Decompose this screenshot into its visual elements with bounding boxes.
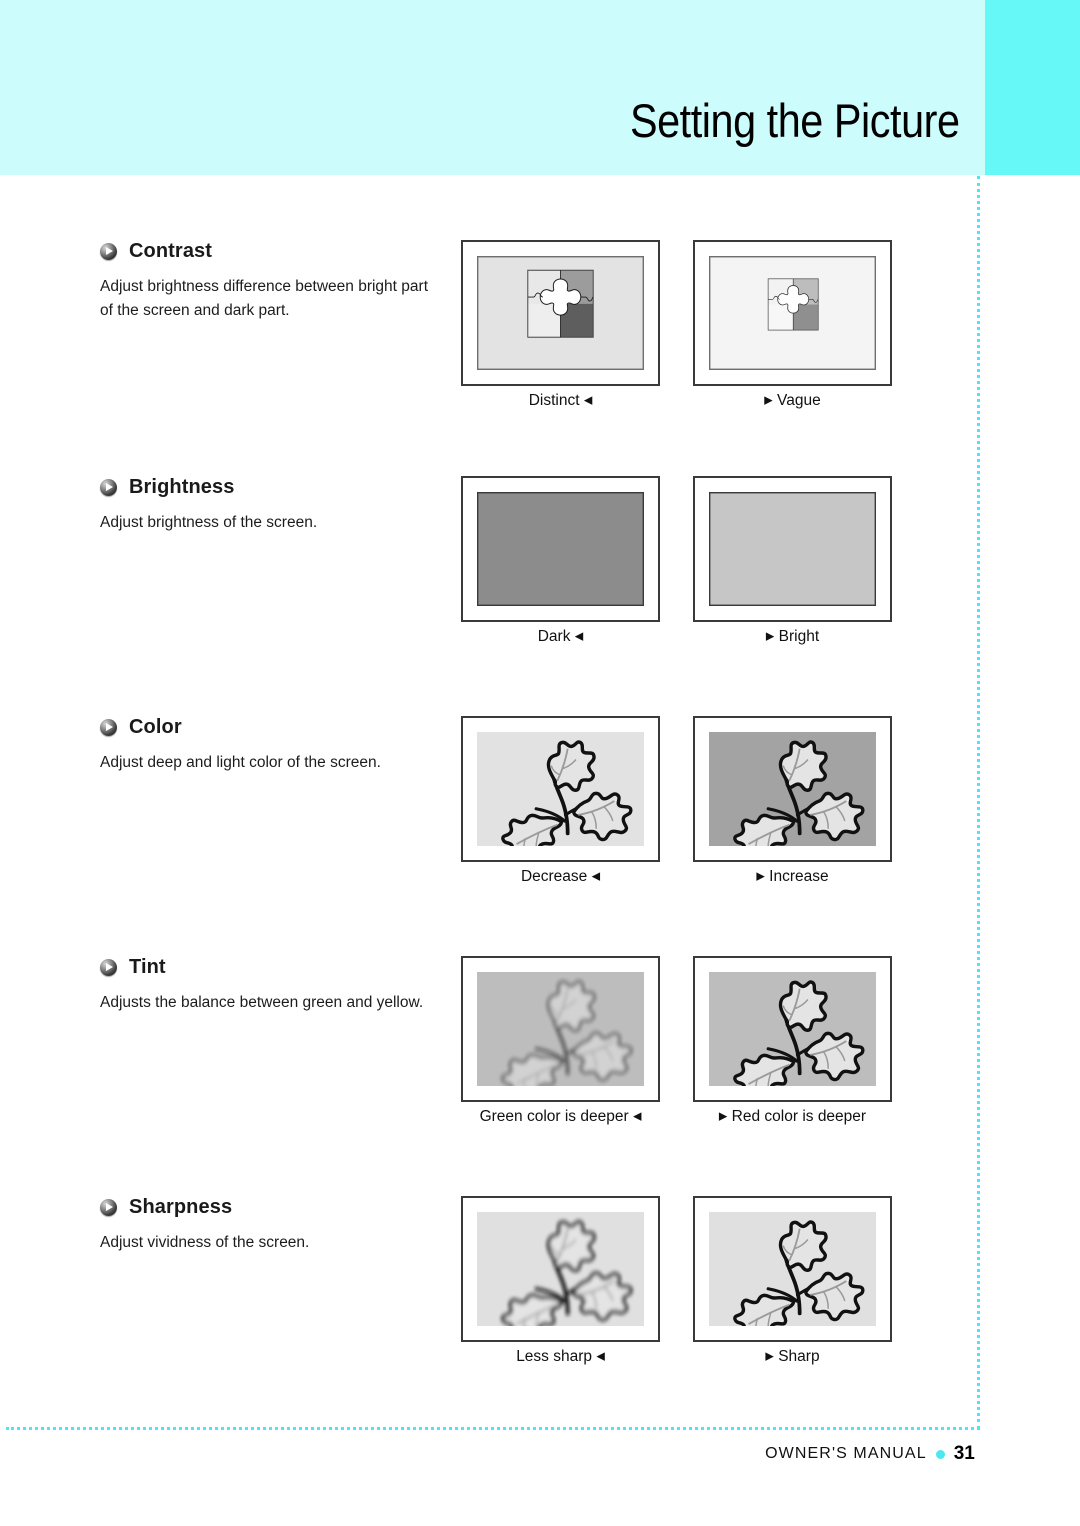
contrast-caption-right-text: Vague: [777, 392, 821, 409]
contrast-caption-left: Distinct ◀: [461, 392, 660, 410]
sharpness-frame-less-sharp: [461, 1196, 660, 1342]
play-sphere-icon: [100, 959, 117, 976]
sharpness-heading: Sharpness: [100, 1196, 440, 1219]
sharpness-frame-sharp: [693, 1196, 892, 1342]
tint-caption-left-text: Green color is deeper: [479, 1108, 629, 1125]
contrast-heading: Contrast: [100, 240, 440, 263]
contrast-text-column: Contrast Adjust brightness difference be…: [100, 240, 440, 323]
brightness-caption-left-text: Dark: [537, 628, 571, 645]
tint-text-column: Tint Adjusts the balance between green a…: [100, 956, 440, 1015]
tint-frame-green: [461, 956, 660, 1102]
play-sphere-icon: [100, 243, 117, 260]
left-arrow-icon: ◀: [596, 1350, 605, 1363]
contrast-image-vague: [709, 256, 876, 370]
sharpness-caption-left-text: Less sharp: [516, 1348, 593, 1365]
color-caption-right-text: Increase: [769, 868, 829, 885]
tint-caption-right: ▶ Red color is deeper: [693, 1108, 892, 1126]
header-accent-strip: [985, 0, 1080, 175]
left-arrow-icon: ◀: [591, 870, 601, 883]
dotted-guide-vertical: [977, 176, 980, 1429]
sharpness-caption-right: ▶ Sharp: [693, 1348, 892, 1366]
tint-image-green: [477, 972, 644, 1086]
tint-frames: Green color is deeper ◀ ▶ Red color is d…: [461, 956, 921, 1156]
right-arrow-icon: ▶: [718, 1110, 728, 1123]
tint-description: Adjusts the balance between green and ye…: [100, 994, 424, 1011]
brightness-heading: Brightness: [100, 476, 440, 499]
color-caption-left: Decrease ◀: [461, 868, 660, 886]
contrast-caption-right: ▶ Vague: [693, 392, 892, 410]
tint-caption-right-text: Red color is deeper: [731, 1108, 867, 1125]
dotted-guide-horizontal: [6, 1427, 980, 1430]
sharpness-caption-left: Less sharp ◀: [461, 1348, 660, 1366]
right-arrow-icon: ▶: [764, 394, 773, 407]
page-header: Setting the Picture: [0, 0, 1080, 175]
color-title: Color: [129, 716, 182, 738]
play-sphere-icon: [100, 1199, 117, 1216]
sharpness-description: Adjust vividness of the screen.: [100, 1234, 310, 1251]
brightness-frames: Dark ◀ ▶ Bright: [461, 476, 921, 676]
sharpness-frames: Less sharp ◀ ▶ Sharp: [461, 1196, 921, 1396]
sharpness-image-less-sharp: [477, 1212, 644, 1326]
sharpness-title: Sharpness: [129, 1196, 233, 1218]
header-band: [0, 0, 985, 175]
sharpness-image-sharp: [709, 1212, 876, 1326]
footer-dot-icon: [935, 1449, 945, 1459]
play-sphere-icon: [100, 719, 117, 736]
contrast-title: Contrast: [129, 240, 213, 262]
color-frame-decrease: [461, 716, 660, 862]
contrast-frame-vague: [693, 240, 892, 386]
contrast-description: Adjust brightness difference between bri…: [100, 278, 428, 320]
left-arrow-icon: ◀: [583, 394, 593, 407]
brightness-title: Brightness: [129, 476, 235, 498]
color-frame-increase: [693, 716, 892, 862]
brightness-text-column: Brightness Adjust brightness of the scre…: [100, 476, 440, 535]
color-text-column: Color Adjust deep and light color of the…: [100, 716, 440, 775]
page-number: 31: [953, 1443, 975, 1464]
tint-title: Tint: [129, 956, 166, 978]
footer-label: OWNER'S MANUAL: [765, 1445, 927, 1462]
brightness-frame-dark: [461, 476, 660, 622]
left-arrow-icon: ◀: [574, 630, 584, 643]
right-arrow-icon: ▶: [756, 870, 765, 883]
color-heading: Color: [100, 716, 440, 739]
right-arrow-icon: ▶: [765, 630, 775, 643]
tint-image-red: [709, 972, 876, 1086]
sharpness-text-column: Sharpness Adjust vividness of the screen…: [100, 1196, 440, 1255]
brightness-caption-right-text: Bright: [778, 628, 820, 645]
color-image-decrease: [477, 732, 644, 846]
sharpness-caption-right-text: Sharp: [778, 1348, 820, 1365]
page-footer: OWNER'S MANUAL 31: [0, 1443, 1080, 1465]
brightness-frame-bright: [693, 476, 892, 622]
contrast-frames: Distinct ◀ ▶ Vague: [461, 240, 921, 440]
color-caption-left-text: Decrease: [520, 868, 588, 885]
page-title: Setting the Picture: [630, 94, 960, 147]
tint-caption-left: Green color is deeper ◀: [461, 1108, 660, 1126]
brightness-caption-left: Dark ◀: [461, 628, 660, 646]
brightness-image-dark: [477, 492, 644, 606]
tint-heading: Tint: [100, 956, 440, 979]
right-arrow-icon: ▶: [765, 1350, 774, 1363]
tint-frame-red: [693, 956, 892, 1102]
left-arrow-icon: ◀: [632, 1110, 642, 1123]
contrast-image-distinct: [477, 256, 644, 370]
color-caption-right: ▶ Increase: [693, 868, 892, 886]
color-description: Adjust deep and light color of the scree…: [100, 754, 381, 771]
brightness-image-bright: [709, 492, 876, 606]
brightness-caption-right: ▶ Bright: [693, 628, 892, 646]
color-image-increase: [709, 732, 876, 846]
contrast-frame-distinct: [461, 240, 660, 386]
color-frames: Decrease ◀ ▶ Increase: [461, 716, 921, 916]
play-sphere-icon: [100, 479, 117, 496]
contrast-caption-left-text: Distinct: [528, 392, 580, 409]
brightness-description: Adjust brightness of the screen.: [100, 514, 318, 531]
